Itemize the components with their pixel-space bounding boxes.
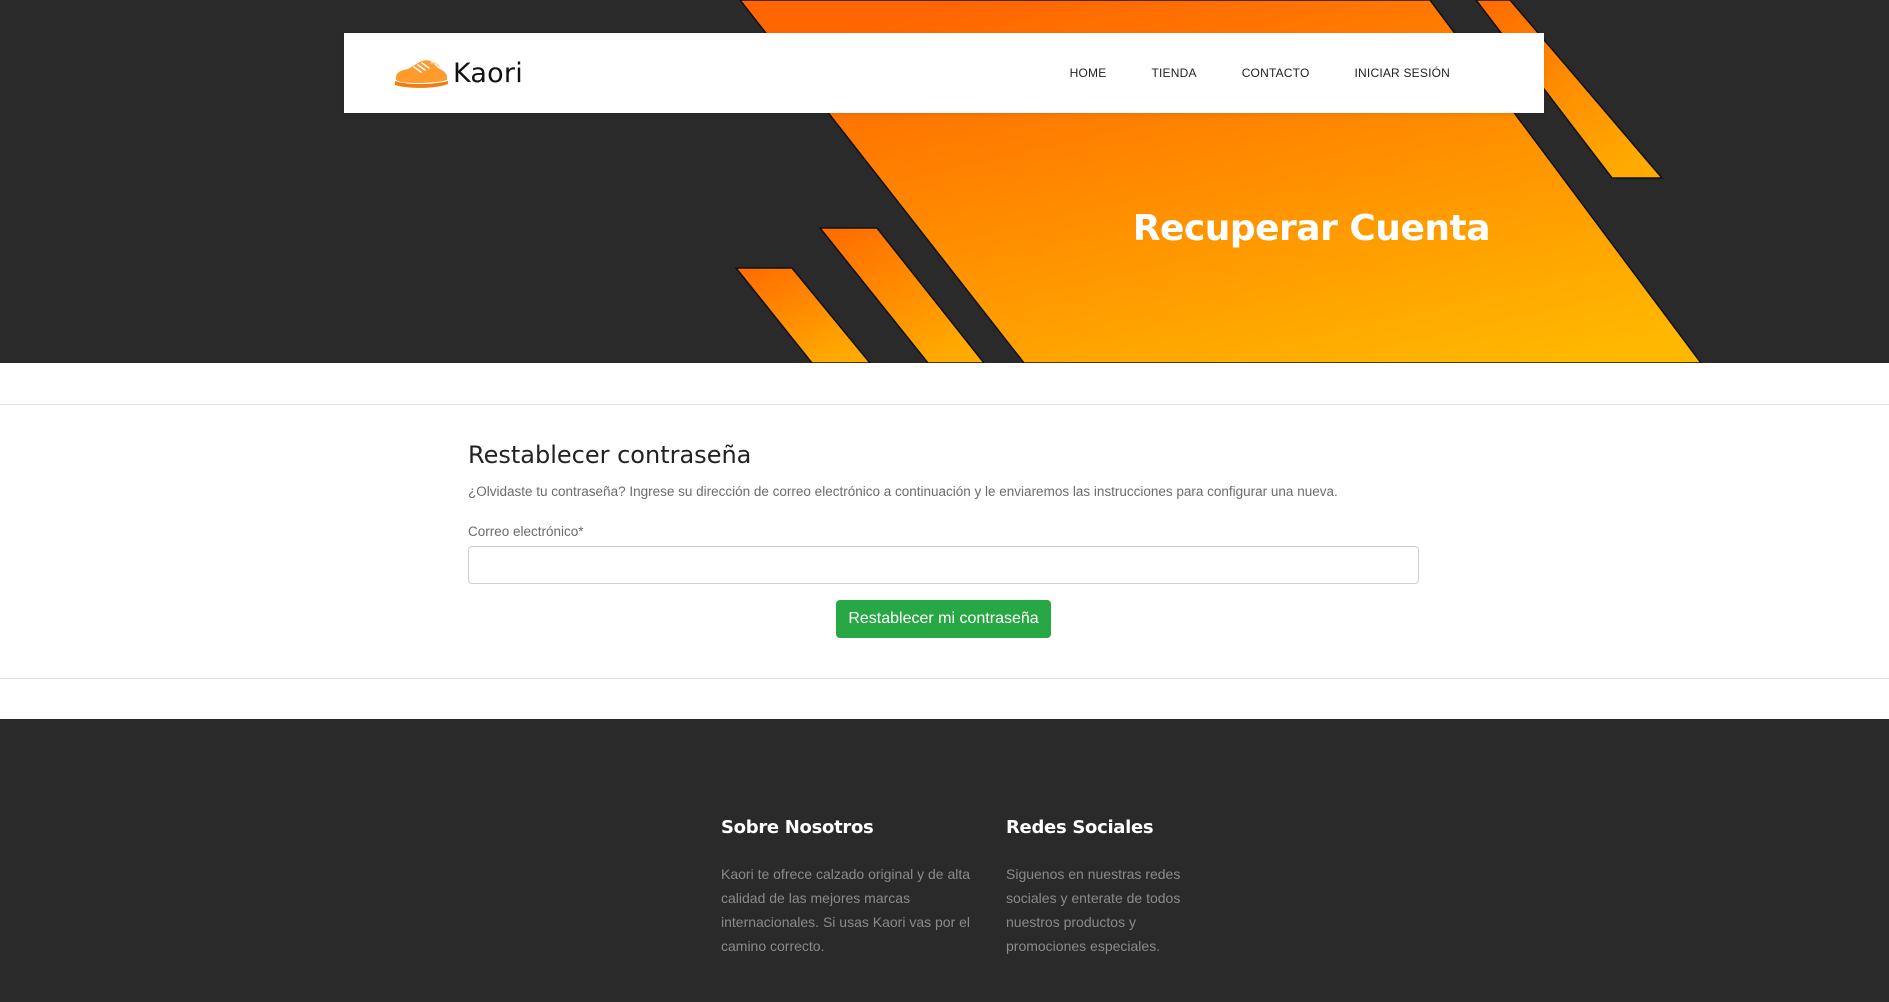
email-label: Correo electrónico*: [468, 524, 584, 539]
reset-password-button[interactable]: Restablecer mi contraseña: [836, 600, 1051, 638]
footer-social-text: Siguenos en nuestras redes sociales y en…: [1006, 866, 1181, 954]
nav-link-login[interactable]: INICIAR SESIÓN: [1355, 66, 1450, 80]
footer-social: Redes Sociales Siguenos en nuestras rede…: [1006, 817, 1181, 958]
nav-item-home: HOME: [1070, 64, 1107, 82]
email-field[interactable]: [468, 546, 1419, 584]
nav-item-login: INICIAR SESIÓN: [1355, 64, 1450, 82]
form-title: Restablecer contraseña: [468, 441, 752, 469]
footer-about-text: Kaori te ofrece calzado original y de al…: [721, 866, 971, 954]
sneaker-icon: [395, 60, 448, 88]
main-nav: HOME TIENDA CONTACTO INICIAR SESIÓN: [1025, 33, 1450, 113]
footer-about: Sobre Nosotros Kaori te ofrece calzado o…: [721, 817, 981, 958]
nav-link-home[interactable]: HOME: [1070, 66, 1107, 80]
section-divider-top: [0, 404, 1889, 405]
section-divider-bottom: [0, 678, 1889, 679]
nav-item-tienda: TIENDA: [1151, 64, 1196, 82]
footer-social-title: Redes Sociales: [1006, 817, 1154, 838]
page-title: Recuperar Cuenta: [1132, 208, 1491, 249]
nav-link-tienda[interactable]: TIENDA: [1151, 66, 1196, 80]
brand-home-link[interactable]: Kaori: [392, 53, 523, 93]
footer-about-title: Sobre Nosotros: [721, 817, 874, 838]
nav-item-contacto: CONTACTO: [1242, 64, 1310, 82]
top-navbar: Kaori HOME TIENDA CONTACTO INICIAR SESIÓ…: [344, 33, 1544, 113]
nav-link-contacto[interactable]: CONTACTO: [1242, 66, 1310, 80]
form-description: ¿Olvidaste tu contraseña? Ingrese su dir…: [468, 484, 1338, 499]
brand-name: Kaori: [453, 57, 523, 89]
footer: Sobre Nosotros Kaori te ofrece calzado o…: [0, 719, 1889, 1002]
